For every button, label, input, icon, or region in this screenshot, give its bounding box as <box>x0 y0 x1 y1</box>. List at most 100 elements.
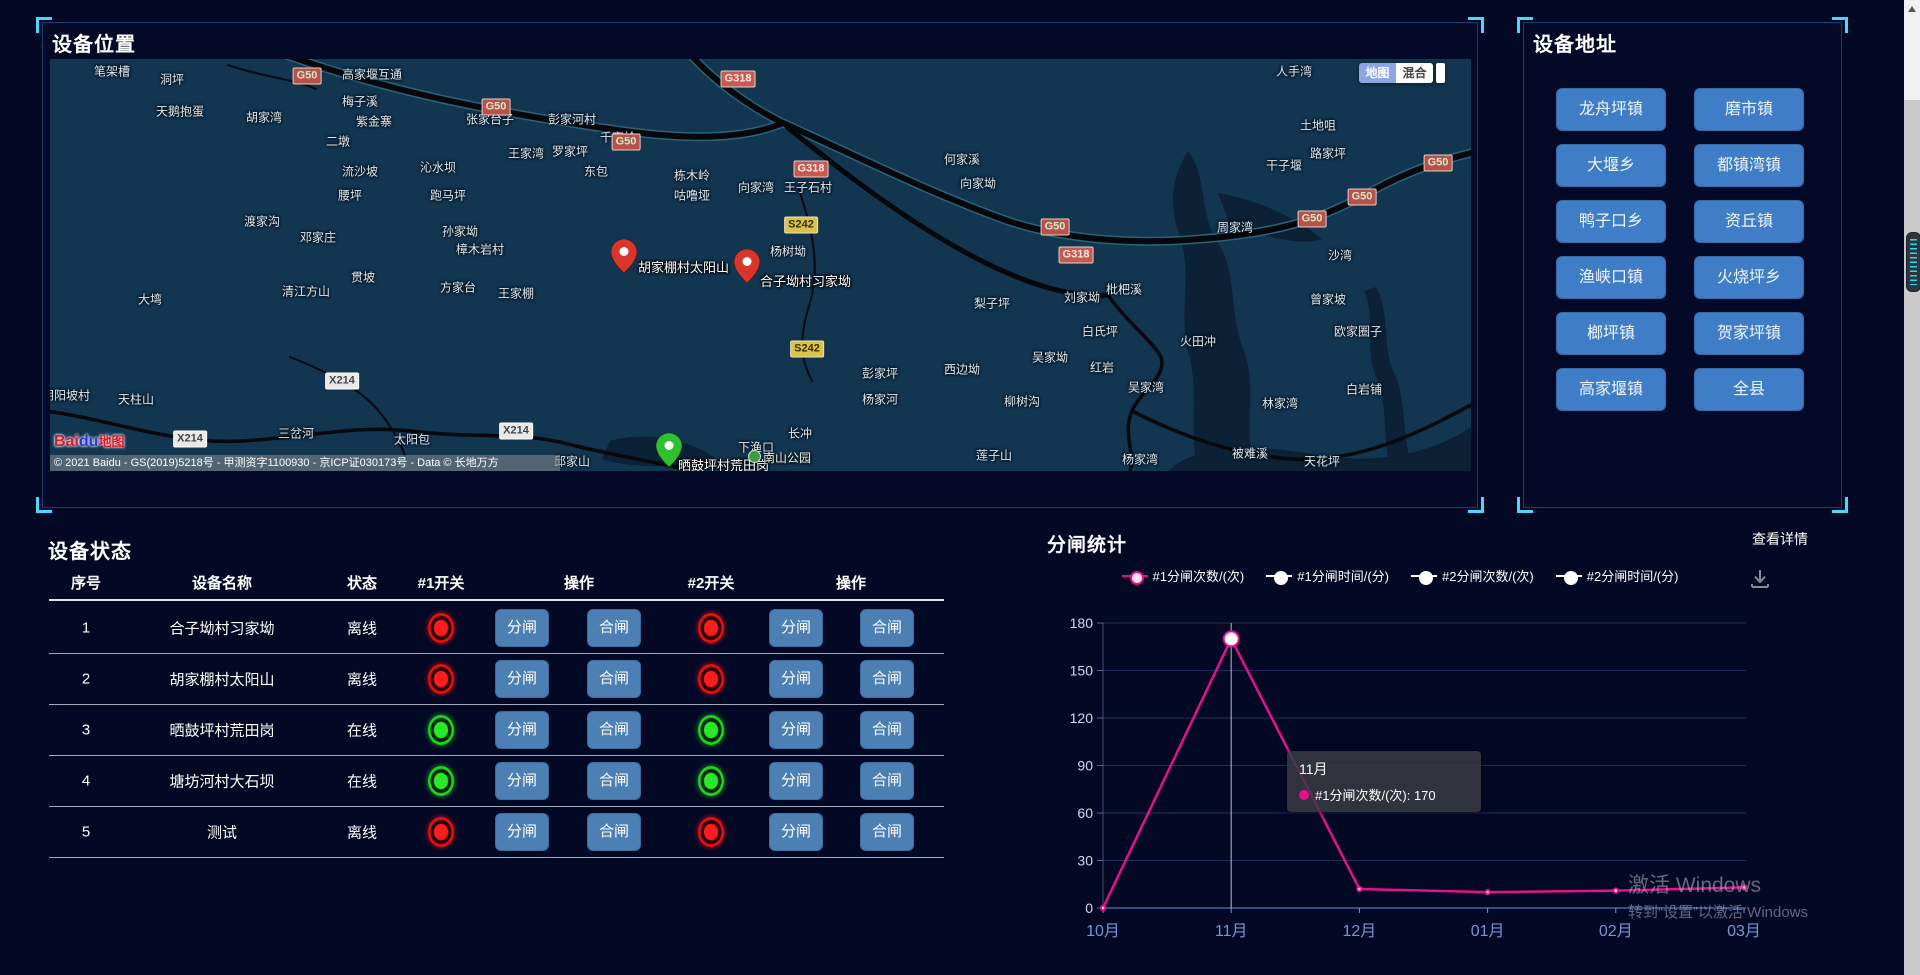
corner-decoration <box>1832 497 1848 513</box>
close-switch-button[interactable]: 合闸 <box>860 762 914 800</box>
close-switch-button[interactable]: 合闸 <box>587 660 641 698</box>
map-place-label: 樟木岩村 <box>456 241 504 258</box>
legend-label: #1分闸次数/(次) <box>1153 566 1245 585</box>
town-button-3[interactable]: 大堰乡 <box>1556 144 1666 187</box>
town-button-9[interactable]: 榔坪镇 <box>1556 312 1666 355</box>
close-switch-button[interactable]: 合闸 <box>587 813 641 851</box>
legend-item-3[interactable]: #2分闸次数/(次) <box>1411 566 1534 585</box>
row-divider <box>49 755 944 756</box>
town-button-10[interactable]: 贺家坪镇 <box>1694 312 1804 355</box>
open-switch-button[interactable]: 分闸 <box>495 762 549 800</box>
open-switch-button[interactable]: 分闸 <box>495 813 549 851</box>
map-pin[interactable] <box>734 249 760 288</box>
map-place-label: 西边坳 <box>944 361 980 378</box>
download-icon[interactable] <box>1749 567 1771 596</box>
map-place-label: 邓家庄 <box>300 229 336 246</box>
close-switch-button[interactable]: 合闸 <box>587 762 641 800</box>
map-place-label: 天鹅抱蛋 <box>156 103 204 120</box>
row-number: 1 <box>82 620 90 637</box>
map-control-partial[interactable] <box>1436 63 1445 83</box>
legend-marker-icon <box>1556 572 1582 580</box>
town-button-6[interactable]: 资丘镇 <box>1694 200 1804 243</box>
town-button-1[interactable]: 龙舟坪镇 <box>1556 88 1666 131</box>
status-text: 离线 <box>347 669 377 690</box>
close-switch-button[interactable]: 合闸 <box>860 813 914 851</box>
row-divider <box>49 653 944 654</box>
corner-decoration <box>1468 497 1484 513</box>
open-switch-button[interactable]: 分闸 <box>769 711 823 749</box>
scrollbar-thumb[interactable] <box>1906 232 1920 292</box>
legend-item-4[interactable]: #2分闸时间/(分) <box>1556 566 1679 585</box>
map-place-label: 咕噜垭 <box>674 187 710 204</box>
column-header: 状态 <box>347 572 377 593</box>
road-shield: G318 <box>1059 247 1094 264</box>
chart-tooltip: 11月 #1分闸次数/(次): 170 <box>1287 751 1481 812</box>
road-shield: G50 <box>482 99 511 116</box>
town-button-5[interactable]: 鸭子口乡 <box>1556 200 1666 243</box>
row-number: 2 <box>82 671 90 688</box>
svg-text:12月: 12月 <box>1342 923 1376 940</box>
town-button-7[interactable]: 渔峡口镇 <box>1556 256 1666 299</box>
legend-item-2[interactable]: #1分闸时间/(分) <box>1266 566 1389 585</box>
row-divider <box>49 704 944 705</box>
device-name: 合子坳村习家坳 <box>169 618 274 639</box>
corner-decoration <box>1517 497 1533 513</box>
town-button-8[interactable]: 火烧坪乡 <box>1694 256 1804 299</box>
device-location-panel: 设备位置 笔架槽洞坪天 <box>42 22 1478 508</box>
scroll-up-icon[interactable] <box>1908 6 1916 12</box>
scrollbar-track-top[interactable] <box>1904 0 1920 100</box>
map-place-label: 阴阳坡村 <box>50 387 90 404</box>
column-header: #2开关 <box>688 572 735 593</box>
open-switch-button[interactable]: 分闸 <box>769 609 823 647</box>
road-shield: G318 <box>794 161 829 178</box>
town-button-4[interactable]: 都镇湾镇 <box>1694 144 1804 187</box>
map-place-label: 天花坪 <box>1304 453 1340 470</box>
road-shield: X214 <box>499 423 533 440</box>
status-text: 离线 <box>347 822 377 843</box>
device-name: 胡家棚村太阳山 <box>169 669 274 690</box>
svg-text:120: 120 <box>1070 710 1094 726</box>
map-place-label: 沁水坝 <box>420 159 456 176</box>
legend-item-1[interactable]: #1分闸次数/(次) <box>1122 566 1245 585</box>
open-switch-button[interactable]: 分闸 <box>495 609 549 647</box>
svg-text:11月: 11月 <box>1215 923 1248 940</box>
map-place-label: 干子堰 <box>1266 157 1302 174</box>
switch2-indicator-light <box>698 664 724 694</box>
map-pin[interactable] <box>611 239 637 278</box>
close-switch-button[interactable]: 合闸 <box>860 609 914 647</box>
map-place-label: 大塆 <box>138 291 162 308</box>
map-place-label: 被难溪 <box>1232 445 1268 462</box>
map-place-label: 太阳包 <box>394 431 430 448</box>
close-switch-button[interactable]: 合闸 <box>860 660 914 698</box>
close-switch-button[interactable]: 合闸 <box>860 711 914 749</box>
town-button-2[interactable]: 磨市镇 <box>1694 88 1804 131</box>
open-switch-button[interactable]: 分闸 <box>495 660 549 698</box>
close-switch-button[interactable]: 合闸 <box>587 609 641 647</box>
baidu-map[interactable]: 笔架槽洞坪天鹅抱蛋胡家湾高家堰互通梅子溪紫金寨二墩流沙坡沁水坝跑马坪腰坪渡家沟邓… <box>50 59 1471 471</box>
map-type-map-button[interactable]: 地图 <box>1359 63 1396 83</box>
town-button-12[interactable]: 全县 <box>1694 368 1804 411</box>
map-place-label: 沙湾 <box>1328 247 1352 264</box>
svg-text:0: 0 <box>1085 900 1093 916</box>
map-place-label: 彭家河村 <box>548 111 596 128</box>
column-header: 操作 <box>836 572 866 593</box>
map-type-hybrid-button[interactable]: 混合 <box>1396 63 1433 83</box>
map-pin-label: 合子坳村习家坳 <box>760 271 851 290</box>
page-scrollbar[interactable] <box>1904 0 1920 975</box>
open-switch-button[interactable]: 分闸 <box>769 813 823 851</box>
open-switch-button[interactable]: 分闸 <box>769 660 823 698</box>
status-text: 在线 <box>347 771 377 792</box>
dashboard: 设备位置 笔架槽洞坪天 <box>0 0 1920 975</box>
close-switch-button[interactable]: 合闸 <box>587 711 641 749</box>
open-switch-button[interactable]: 分闸 <box>495 711 549 749</box>
column-header: 序号 <box>71 572 101 593</box>
switch1-indicator-light <box>428 766 454 796</box>
view-details-link[interactable]: 查看详情 <box>1752 529 1808 549</box>
open-switch-button[interactable]: 分闸 <box>769 762 823 800</box>
road-shield: G50 <box>1041 219 1070 236</box>
town-button-11[interactable]: 高家堰镇 <box>1556 368 1666 411</box>
device-status-title: 设备状态 <box>48 535 132 564</box>
switch1-indicator-light <box>428 664 454 694</box>
map-place-label: 枇杷溪 <box>1106 281 1142 298</box>
corner-decoration <box>36 17 52 33</box>
